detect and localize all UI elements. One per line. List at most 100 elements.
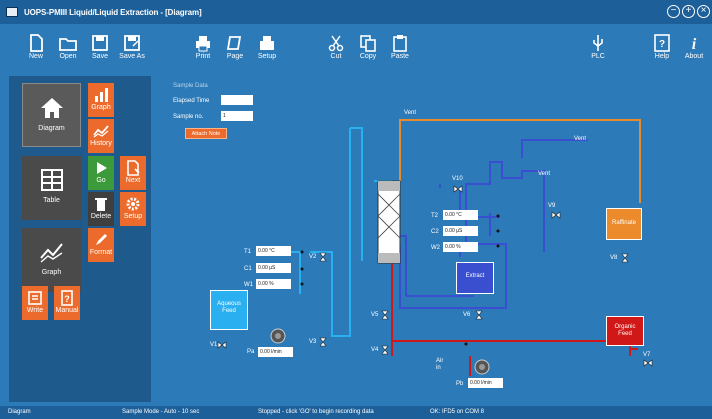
c2-value: 0.00 µS [443, 226, 478, 236]
status-recording: Stopped - click 'GO' to begin recording … [258, 409, 374, 415]
valve-v8-icon[interactable] [621, 253, 629, 263]
graph-view-button[interactable]: Graph [22, 228, 81, 292]
note-icon [28, 291, 42, 305]
open-button[interactable]: Open [52, 34, 84, 60]
w2-value: 0.00 % [443, 242, 478, 252]
copy-button[interactable]: Copy [352, 34, 384, 60]
valve-v2-icon[interactable] [319, 252, 327, 262]
organic-feed-tank: Organic Feed [606, 316, 644, 346]
valve-v10-icon[interactable] [453, 185, 463, 193]
extraction-column [377, 180, 401, 264]
v1-label: V1 [210, 342, 218, 348]
write-button[interactable]: Write [22, 286, 48, 320]
column-top [378, 181, 400, 191]
t1-value: 0.00 °C [256, 246, 291, 256]
save-button[interactable]: Save [84, 34, 116, 60]
svg-text:?: ? [64, 294, 70, 304]
valve-v9-icon[interactable] [551, 211, 561, 219]
status-comms: OK: IFD5 on COM 8 [430, 409, 485, 415]
manual-button[interactable]: ? Manual [54, 286, 80, 320]
copy-icon [360, 35, 376, 52]
table-icon [40, 169, 63, 191]
valve-v5-icon[interactable] [381, 310, 389, 320]
t2-label: T2 [431, 213, 439, 219]
setup-tile-button[interactable]: Setup [120, 192, 146, 226]
vent-mid-label: Vent [538, 171, 551, 177]
svg-text:i: i [692, 36, 697, 52]
extract-tank: Extract [456, 262, 494, 294]
next-button[interactable]: Next [120, 156, 146, 190]
status-bar: Diagram Sample Mode - Auto - 10 sec Stop… [0, 406, 712, 419]
valve-v1-icon[interactable] [217, 341, 227, 349]
restore-icon[interactable]: + [682, 5, 695, 18]
page-setup-icon [260, 36, 274, 50]
pump-a-value: 0.00 l/min [258, 347, 293, 357]
w1-label: W1 [244, 282, 253, 288]
pump-a-label: Pa [247, 349, 255, 355]
valve-v7-icon[interactable] [643, 359, 653, 367]
new-file-icon [30, 34, 43, 52]
v6-label: V6 [463, 312, 471, 318]
graph-line-icon [39, 243, 63, 263]
close-icon[interactable]: × [697, 5, 710, 18]
minimize-icon[interactable]: − [667, 5, 680, 18]
valve-v6-icon[interactable] [475, 310, 483, 320]
t2-value: 0.00 °C [443, 210, 478, 220]
help-icon: ? [654, 34, 670, 52]
vent-right-label: Vent [574, 136, 587, 142]
go-button[interactable]: Go [88, 156, 114, 190]
valve-v3-icon[interactable] [319, 337, 327, 347]
about-button[interactable]: i About [678, 34, 710, 60]
v5-label: V5 [371, 312, 379, 318]
w2-label: W2 [431, 245, 440, 251]
column-bottom [378, 253, 400, 263]
format-button[interactable]: Format [88, 228, 114, 262]
save-as-button[interactable]: Save As [116, 34, 148, 60]
folder-icon [59, 38, 77, 51]
blue-branch-pipes [439, 139, 588, 257]
w1-value: 0.00 % [256, 279, 291, 289]
v4-label: V4 [371, 347, 379, 353]
vent-top-label: Vent [404, 110, 417, 116]
page-icon [226, 36, 242, 50]
svg-text:?: ? [659, 39, 665, 50]
setup-button[interactable]: Setup [251, 34, 283, 60]
paste-button[interactable]: Paste [384, 34, 416, 60]
status-mode: Diagram [8, 409, 31, 415]
new-button[interactable]: New [20, 34, 52, 60]
bar-chart-icon [95, 88, 108, 102]
plc-button[interactable]: PLC [582, 34, 614, 60]
table-view-button[interactable]: Table [22, 156, 81, 220]
toolbar: New Open Save Save As Print Page Setup C… [0, 24, 712, 69]
pump-b-label: Pb [456, 381, 464, 387]
print-button[interactable]: Print [187, 34, 219, 60]
delete-button[interactable]: Delete [88, 192, 114, 226]
save-as-icon [124, 35, 140, 51]
clipboard-icon [393, 35, 407, 52]
status-sample-mode: Sample Mode - Auto - 10 sec [122, 409, 200, 415]
window-controls: − + × [667, 5, 710, 18]
vent-pipe-orange [399, 119, 641, 203]
graph-tile-button[interactable]: Graph [88, 83, 114, 117]
help-button[interactable]: ? Help [646, 34, 678, 60]
info-icon: i [692, 36, 697, 52]
c1-value: 0.00 µS [256, 263, 291, 273]
aqueous-feed-tank: Aqueous Feed [210, 290, 248, 330]
title-bar: UOPS-PMIII Liquid/Liquid Extraction - [D… [0, 0, 712, 24]
valve-v4-icon[interactable] [381, 345, 389, 355]
home-icon [40, 98, 63, 118]
air-in-label: Air in [436, 358, 444, 371]
page-button[interactable]: Page [219, 34, 251, 60]
diagram-view-button[interactable]: Diagram [22, 83, 81, 147]
window-title: UOPS-PMIII Liquid/Liquid Extraction - [D… [24, 7, 202, 17]
app-icon [6, 7, 18, 17]
trash-icon [95, 198, 107, 211]
pump-b-value: 0.00 l/min [468, 378, 503, 388]
usb-icon [593, 35, 603, 51]
cut-button[interactable]: Cut [320, 34, 352, 60]
v7-label: V7 [643, 352, 651, 358]
pencil-icon [96, 234, 107, 245]
history-button[interactable]: History [88, 119, 114, 153]
aqueous-feed-pipe [270, 128, 351, 337]
diagram-canvas: Sample Data Elapsed Time Sample no. 1 At… [160, 76, 704, 402]
